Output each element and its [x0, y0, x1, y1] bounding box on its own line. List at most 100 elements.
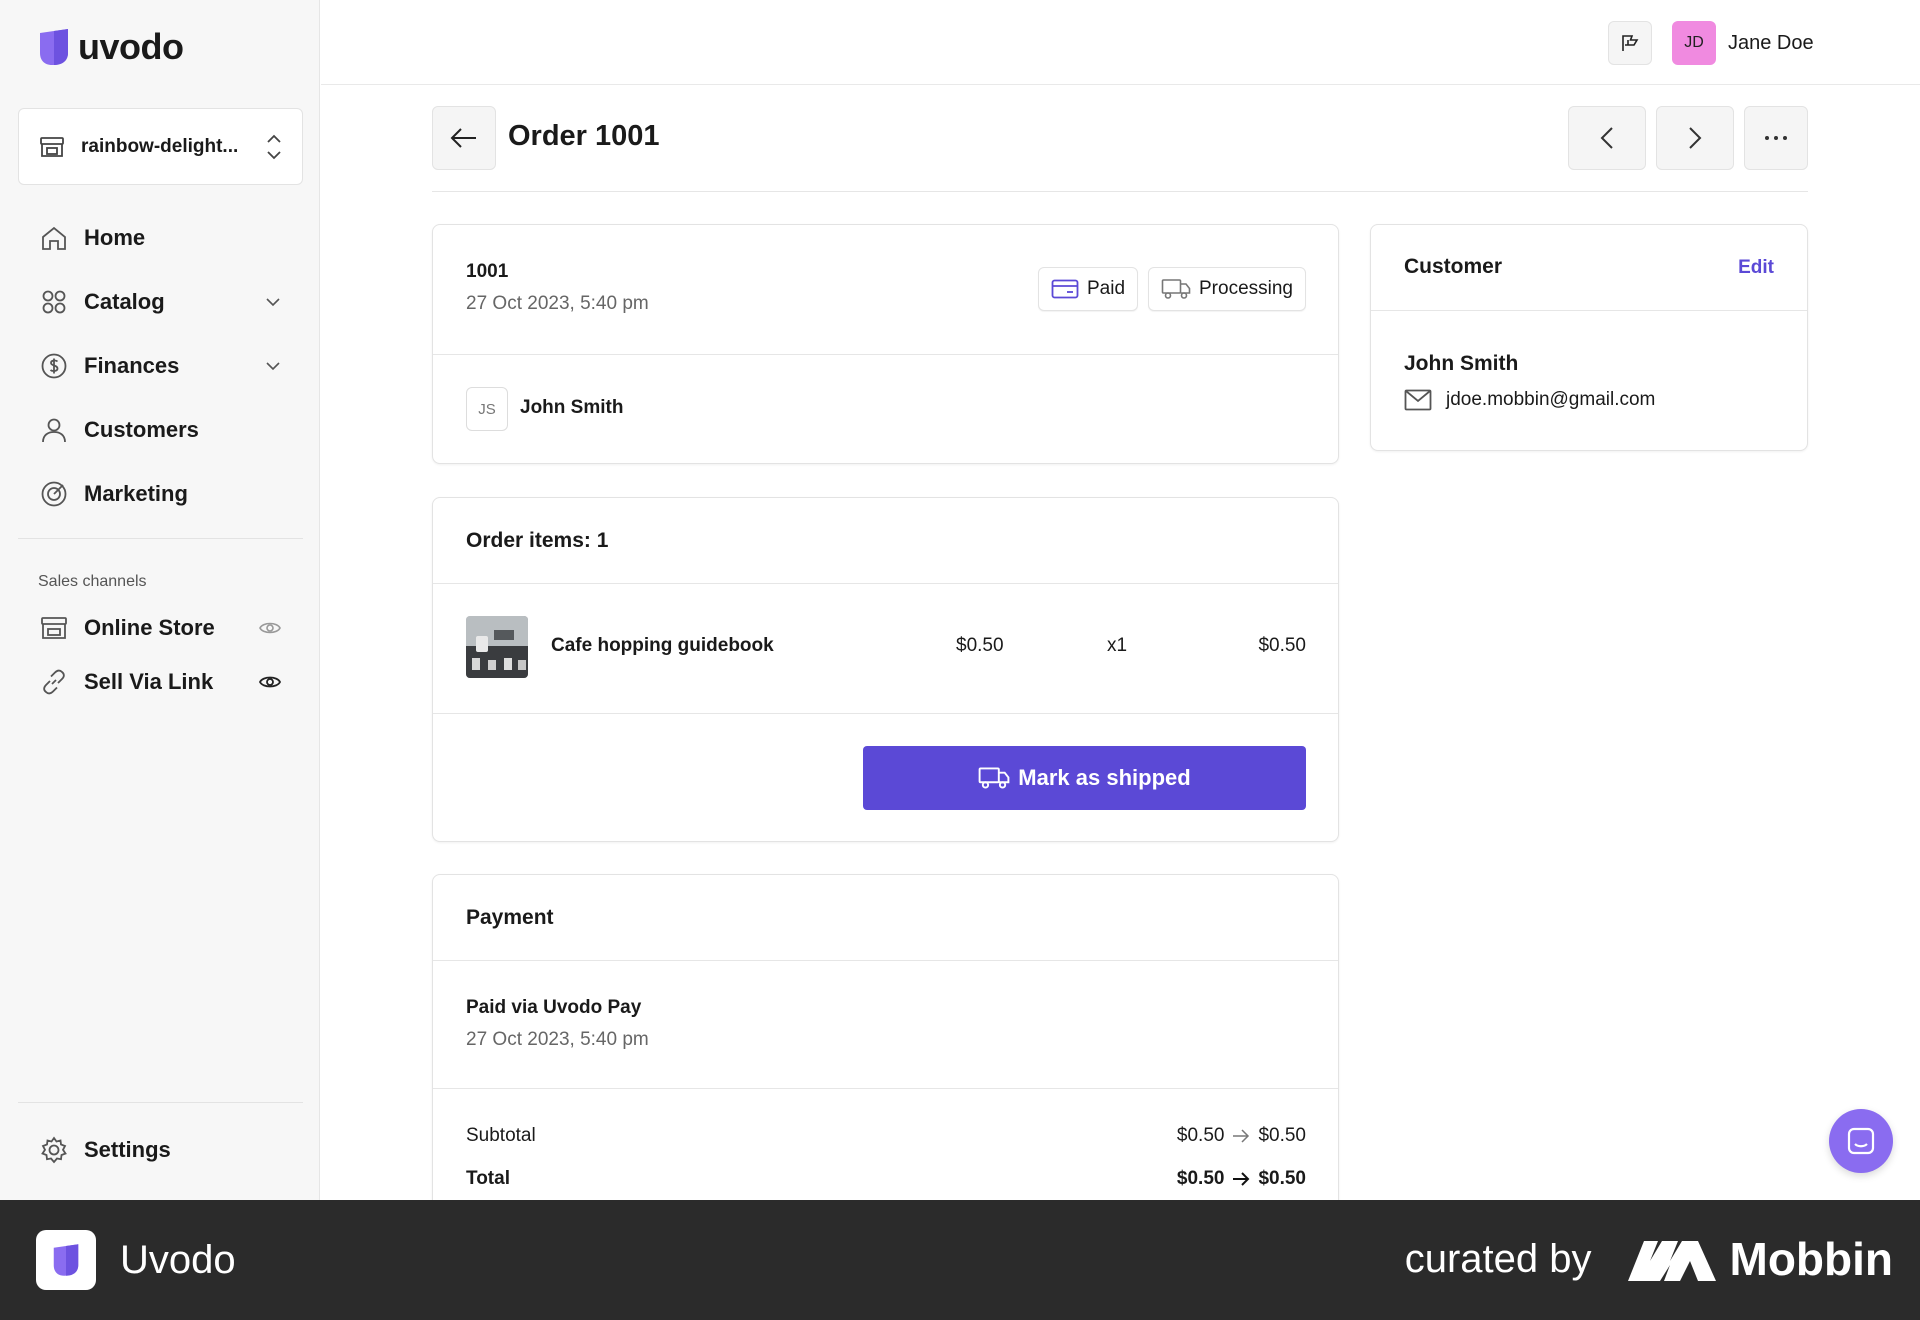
- mark-as-shipped-button[interactable]: Mark as shipped: [863, 746, 1306, 810]
- mobbin-logo-icon: [1627, 1241, 1716, 1281]
- sidebar: uvodo rainbow-delight... Home Catalog Fi…: [0, 0, 320, 1200]
- chevron-down-icon: [266, 362, 280, 371]
- previous-order-button[interactable]: [1568, 106, 1646, 170]
- nav-label: Catalog: [84, 289, 165, 314]
- uvodo-logo-icon: [40, 29, 68, 65]
- back-button[interactable]: [432, 106, 496, 170]
- divider: [433, 1088, 1338, 1089]
- order-date: 27 Oct 2023, 5:40 pm: [466, 293, 649, 314]
- subtotal-label: Subtotal: [466, 1125, 536, 1146]
- edit-customer-link[interactable]: Edit: [1738, 257, 1774, 279]
- announcements-button[interactable]: [1608, 21, 1652, 65]
- product-image: [466, 616, 528, 678]
- chat-button[interactable]: [1829, 1109, 1893, 1173]
- footer-attribution: curated by Mobbin: [1405, 1232, 1893, 1286]
- credit-card-icon: [1051, 279, 1079, 299]
- nav-item-settings[interactable]: Settings: [18, 1118, 303, 1182]
- subtotal-from: $0.50: [1176, 1125, 1225, 1146]
- more-horizontal-icon: [1765, 136, 1787, 140]
- nav-label: Customers: [84, 417, 199, 442]
- user-icon: [42, 418, 66, 443]
- nav-item-finances[interactable]: Finances: [18, 334, 303, 398]
- footer-app: Uvodo: [36, 1230, 236, 1290]
- mark-as-shipped-label: Mark as shipped: [1018, 765, 1191, 790]
- store-name: rainbow-delight...: [81, 135, 239, 157]
- dollar-icon: [41, 353, 67, 379]
- store-icon: [41, 617, 67, 639]
- app-logo[interactable]: uvodo: [38, 26, 184, 68]
- eye-icon[interactable]: [259, 620, 281, 636]
- app-name: uvodo: [78, 26, 184, 67]
- target-icon: [41, 481, 67, 507]
- mobbin-brand: Mobbin: [1627, 1232, 1893, 1286]
- channel-label: Online Store: [84, 615, 215, 640]
- store-selector[interactable]: rainbow-delight...: [18, 108, 303, 185]
- payment-status-label: Paid: [1087, 278, 1126, 299]
- customer-email[interactable]: jdoe.mobbin@gmail.com: [1446, 389, 1655, 411]
- footer-app-name: Uvodo: [120, 1237, 236, 1282]
- order-items-title: Order items: 1: [466, 529, 609, 552]
- mail-icon: [1404, 389, 1432, 411]
- order-customer-name[interactable]: John Smith: [520, 397, 623, 419]
- sales-channels-heading: Sales channels: [38, 573, 147, 590]
- nav-label: Marketing: [84, 481, 188, 506]
- payment-card: Payment Paid via Uvodo Pay 27 Oct 2023, …: [432, 874, 1339, 1214]
- truck-icon: [1161, 279, 1191, 299]
- grid-icon: [42, 290, 66, 314]
- arrow-right-icon: [1233, 1129, 1250, 1143]
- customer-email-row: jdoe.mobbin@gmail.com: [1404, 389, 1655, 411]
- total-from: $0.50: [1176, 1168, 1225, 1189]
- link-icon: [43, 669, 65, 695]
- payment-date: 27 Oct 2023, 5:40 pm: [466, 1029, 649, 1050]
- page-title: Order 1001: [508, 120, 660, 152]
- product-thumbnail: [466, 616, 528, 678]
- item-price: $0.50: [956, 635, 1004, 656]
- arrow-left-icon: [450, 128, 476, 148]
- top-bar: JD Jane Doe: [321, 0, 1920, 85]
- next-order-button[interactable]: [1656, 106, 1734, 170]
- divider: [433, 960, 1338, 961]
- chevron-up-down-icon: [267, 134, 281, 159]
- home-icon: [42, 226, 66, 250]
- channel-sell-via-link[interactable]: Sell Via Link: [18, 655, 303, 709]
- page-header: Order 1001: [432, 106, 1808, 192]
- user-menu[interactable]: JD Jane Doe: [1672, 21, 1814, 65]
- fulfillment-status-badge: Processing: [1148, 267, 1306, 311]
- curated-by-label: curated by: [1404, 1236, 1592, 1281]
- more-actions-button[interactable]: [1744, 106, 1808, 170]
- settings-divider: [18, 1102, 303, 1103]
- payment-status-badge: Paid: [1038, 267, 1139, 311]
- store-icon: [40, 136, 64, 157]
- payment-method: Paid via Uvodo Pay: [466, 997, 642, 1018]
- uvodo-logo-icon: [53, 1244, 79, 1276]
- nav-label: Settings: [84, 1137, 171, 1162]
- order-items-card: Order items: 1 Cafe hopping guidebook $0…: [432, 497, 1339, 842]
- total-to: $0.50: [1258, 1168, 1306, 1189]
- eye-icon[interactable]: [259, 674, 281, 690]
- chevron-down-icon: [266, 298, 280, 307]
- app-icon: [36, 1230, 96, 1290]
- order-summary-card: 1001 27 Oct 2023, 5:40 pm Paid Processin…: [432, 224, 1339, 464]
- fulfillment-status-label: Processing: [1199, 278, 1293, 299]
- channel-online-store[interactable]: Online Store: [18, 601, 303, 655]
- chat-icon: [1847, 1127, 1875, 1155]
- settings-section: Settings: [18, 1118, 303, 1182]
- flag-icon: [1622, 35, 1639, 51]
- nav-item-catalog[interactable]: Catalog: [18, 270, 303, 334]
- customer-card: Customer Edit John Smith jdoe.mobbin@gma…: [1370, 224, 1808, 451]
- nav-item-marketing[interactable]: Marketing: [18, 462, 303, 526]
- divider: [433, 583, 1338, 584]
- channel-label: Sell Via Link: [84, 669, 214, 694]
- divider: [1371, 310, 1807, 311]
- subtotal-value: $0.50 $0.50: [1177, 1125, 1306, 1147]
- avatar: JD: [1672, 21, 1716, 65]
- arrow-right-icon: [1233, 1172, 1250, 1186]
- nav-item-home[interactable]: Home: [18, 206, 303, 270]
- gear-icon: [41, 1136, 67, 1164]
- nav-item-customers[interactable]: Customers: [18, 398, 303, 462]
- truck-icon: [978, 767, 1010, 789]
- divider: [433, 713, 1338, 714]
- item-name: Cafe hopping guidebook: [551, 635, 774, 656]
- nav-label: Home: [84, 225, 146, 250]
- customer-initials-avatar: JS: [466, 387, 508, 431]
